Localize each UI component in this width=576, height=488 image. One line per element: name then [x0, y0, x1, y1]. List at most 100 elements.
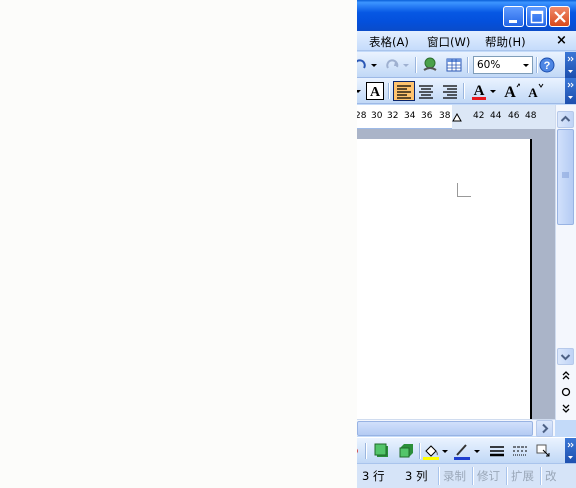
scroll-up-button[interactable]	[557, 111, 574, 128]
chevron-right-icon	[542, 423, 549, 434]
toolbar-options-grip[interactable]	[565, 438, 576, 464]
3d-style-icon[interactable]	[397, 442, 415, 460]
close-icon	[554, 11, 566, 23]
zoom-dropdown-button[interactable]	[520, 57, 532, 73]
menu-window[interactable]: 窗口(W)	[427, 34, 470, 50]
ruler-tick: 42	[473, 111, 485, 121]
svg-text:A: A	[528, 85, 538, 100]
menu-help[interactable]: 帮助(H)	[485, 34, 526, 50]
status-overtype[interactable]: 改	[545, 468, 557, 484]
svg-text:A: A	[504, 84, 516, 100]
ruler-margin-region	[452, 105, 555, 129]
chevron-down-icon	[523, 64, 529, 67]
dash-style-icon[interactable]	[511, 442, 529, 460]
browse-previous-button[interactable]	[559, 369, 573, 386]
browse-previous-icon	[562, 371, 570, 380]
dropdown-arrow-icon[interactable]	[357, 82, 363, 100]
ruler-tick: 32	[387, 111, 399, 121]
document-close-button[interactable]: ×	[556, 33, 567, 48]
shape-tool-icon[interactable]	[357, 442, 361, 460]
font-color-dropdown-icon[interactable]	[489, 82, 497, 100]
text-boundary-corner-mark	[457, 183, 471, 197]
minimize-button[interactable]	[503, 6, 524, 27]
horizontal-scrollbar[interactable]	[357, 419, 555, 437]
svg-text:A: A	[474, 83, 485, 99]
status-separator	[506, 467, 507, 485]
fill-color-icon[interactable]	[422, 442, 440, 460]
standard-toolbar: 60% ?	[357, 52, 576, 78]
arrow-style-icon[interactable]	[535, 442, 553, 460]
close-button[interactable]	[549, 6, 570, 27]
right-indent-marker-icon[interactable]	[452, 112, 462, 122]
browse-next-icon	[562, 404, 570, 413]
status-extend-selection[interactable]: 扩展	[511, 468, 534, 484]
grow-font-icon[interactable]: A	[502, 82, 520, 100]
help-icon[interactable]: ?	[538, 56, 556, 74]
status-track-changes[interactable]: 修订	[477, 468, 500, 484]
horizontal-scroll-thumb[interactable]	[357, 421, 533, 436]
menu-bar: 表格(A) 窗口(W) 帮助(H) ×	[357, 31, 576, 51]
vertical-scroll-thumb[interactable]	[557, 129, 574, 225]
horizontal-ruler[interactable]: 28 30 32 34 36 38 42 44 46 48	[357, 105, 555, 129]
scroll-down-button[interactable]	[557, 348, 574, 365]
status-record-macro[interactable]: 录制	[443, 468, 466, 484]
char-border-button[interactable]: A	[366, 82, 384, 100]
select-browse-object-button[interactable]	[559, 385, 573, 402]
ruler-tick: 34	[404, 111, 416, 121]
document-page[interactable]	[357, 139, 532, 424]
redo-dropdown-icon[interactable]	[401, 56, 411, 74]
ruler-tick: 44	[490, 111, 502, 121]
redo-icon[interactable]	[383, 56, 401, 74]
ruler-tick: 28	[357, 111, 367, 121]
hyperlink-icon[interactable]	[421, 56, 439, 74]
shadow-style-icon[interactable]	[373, 442, 391, 460]
toolbar-separator	[388, 83, 389, 99]
toolbar-separator	[419, 443, 420, 459]
toolbar-separator	[365, 443, 366, 459]
maximize-button[interactable]	[526, 6, 547, 27]
fill-color-dropdown-icon[interactable]	[441, 442, 449, 460]
drawing-toolbar	[357, 437, 576, 464]
line-color-dropdown-icon[interactable]	[473, 442, 481, 460]
title-bar[interactable]	[357, 0, 576, 31]
document-workspace[interactable]	[357, 129, 555, 424]
menu-table[interactable]: 表格(A)	[369, 34, 409, 50]
ruler-tick: 36	[421, 111, 433, 121]
desktop-blank-area	[0, 0, 357, 488]
status-line: 3 行	[362, 469, 385, 483]
thumb-grip-icon	[562, 172, 569, 178]
svg-text:?: ?	[544, 60, 551, 72]
status-separator	[472, 467, 473, 485]
chevron-down-icon	[560, 354, 571, 361]
shrink-font-icon[interactable]: A	[526, 82, 544, 100]
minimize-icon	[509, 20, 517, 23]
line-color-icon[interactable]	[453, 442, 471, 460]
undo-icon[interactable]	[357, 56, 369, 74]
status-column: 3 列	[405, 469, 428, 483]
table-icon[interactable]	[445, 56, 463, 74]
char-border-icon: A	[370, 85, 381, 100]
align-left-button[interactable]	[393, 81, 415, 101]
maximize-icon	[530, 10, 544, 24]
status-separator	[438, 467, 439, 485]
browse-next-button[interactable]	[559, 401, 573, 418]
zoom-value: 60%	[477, 59, 501, 71]
status-bar: 3 行 3 列 录制 修订 扩展 改	[357, 463, 576, 488]
align-right-icon[interactable]	[441, 82, 459, 100]
line-style-icon[interactable]	[488, 442, 506, 460]
toolbar-options-icon	[567, 442, 574, 459]
align-left-icon	[397, 85, 411, 99]
zoom-combobox[interactable]: 60%	[473, 56, 533, 74]
vertical-scrollbar[interactable]	[555, 105, 576, 420]
undo-dropdown-icon[interactable]	[369, 56, 379, 74]
formatting-toolbar: A A A A	[357, 78, 576, 104]
toolbar-options-icon	[567, 56, 574, 73]
scroll-right-button[interactable]	[536, 420, 553, 437]
ruler-tick: 30	[371, 111, 383, 121]
font-color-icon[interactable]: A	[470, 82, 488, 100]
chevron-up-icon	[560, 115, 571, 122]
toolbar-separator	[415, 57, 416, 73]
toolbar-options-grip[interactable]	[565, 78, 576, 104]
center-icon[interactable]	[417, 82, 435, 100]
toolbar-options-grip[interactable]	[565, 52, 576, 78]
